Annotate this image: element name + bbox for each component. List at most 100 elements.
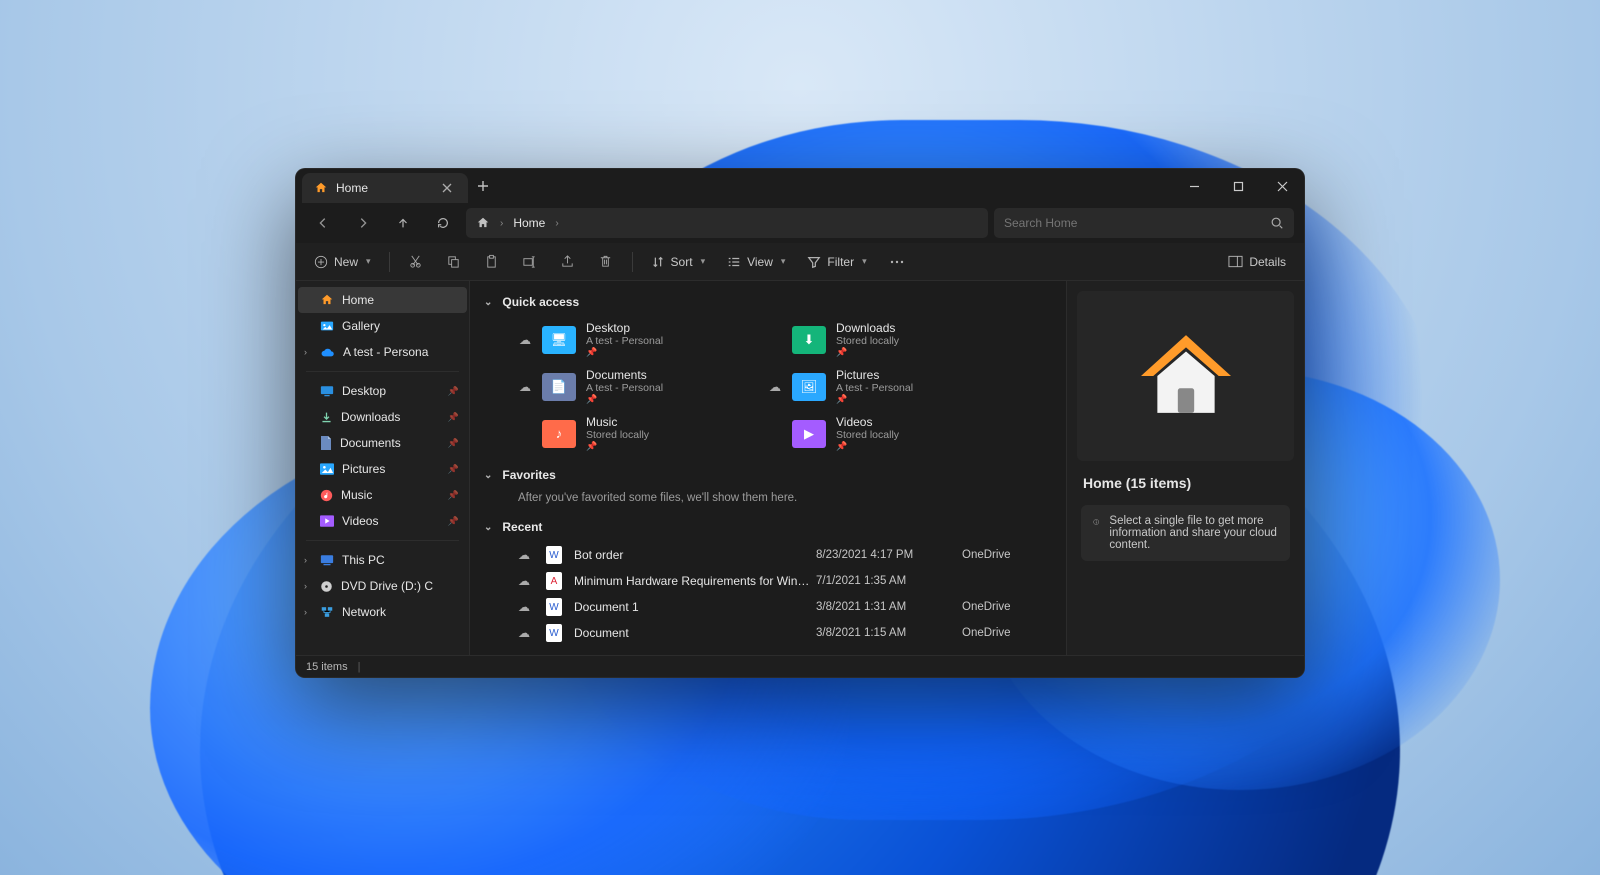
details-pane-icon	[1228, 255, 1243, 268]
pin-icon: 📌	[836, 394, 913, 405]
sort-button[interactable]: Sort▾	[643, 248, 714, 276]
window-minimize-button[interactable]	[1172, 169, 1216, 203]
qa-name: Music	[586, 415, 649, 429]
file-location: OneDrive	[962, 549, 1052, 561]
paste-button[interactable]	[476, 248, 508, 276]
chevron-down-icon: ▾	[701, 256, 706, 267]
recent-file-row[interactable]: ☁ W Document 1 3/8/2021 1:31 AM OneDrive	[518, 594, 1052, 620]
view-button[interactable]: View▾	[719, 248, 793, 276]
section-quick-access[interactable]: ⌄ Quick access	[484, 289, 1052, 315]
sidebar-item-videos[interactable]: Videos📌	[298, 508, 467, 534]
folder-icon: 🖥	[542, 326, 576, 354]
breadcrumb-bar[interactable]: › Home ›	[466, 208, 988, 238]
sidebar-item-desktop[interactable]: Desktop📌	[298, 378, 467, 404]
file-date: 8/23/2021 4:17 PM	[816, 549, 956, 561]
recent-file-row[interactable]: ☁ A Minimum Hardware Requirements for Wi…	[518, 568, 1052, 594]
status-item-count: 15 items	[306, 661, 348, 673]
section-favorites[interactable]: ⌄ Favorites	[484, 462, 1052, 488]
new-tab-button[interactable]	[468, 169, 498, 203]
section-recent[interactable]: ⌄ Recent	[484, 514, 1052, 540]
nav-back-button[interactable]	[306, 208, 340, 238]
home-icon	[320, 293, 334, 307]
copy-button[interactable]	[438, 248, 470, 276]
arrow-left-icon	[316, 216, 330, 230]
pin-icon: 📌	[448, 516, 459, 527]
window-maximize-button[interactable]	[1216, 169, 1260, 203]
home-icon	[1136, 331, 1236, 421]
pdf-file-icon: A	[546, 572, 562, 590]
cloud-icon: ☁	[518, 574, 540, 588]
pin-icon: 📌	[448, 438, 459, 449]
disc-icon	[320, 580, 333, 593]
recent-list: ☁ W Bot order 8/23/2021 4:17 PM OneDrive…	[484, 540, 1052, 646]
recent-file-row[interactable]: ☁ W Document 3/8/2021 1:15 AM OneDrive	[518, 620, 1052, 646]
more-icon	[889, 255, 905, 269]
file-date: 7/1/2021 1:35 AM	[816, 575, 956, 587]
sidebar-item-music[interactable]: Music📌	[298, 482, 467, 508]
pin-icon: 📌	[586, 441, 649, 452]
qa-sub: Stored locally	[836, 335, 899, 347]
folder-icon: ⬇	[792, 326, 826, 354]
sidebar-item-thispc[interactable]: ›This PC	[298, 547, 467, 573]
quick-access-item[interactable]: ☁ 🖥 Desktop A test - Personal 📌	[518, 321, 738, 358]
search-icon	[1270, 216, 1284, 230]
sort-icon	[651, 255, 665, 269]
home-icon	[314, 181, 328, 195]
cut-button[interactable]	[400, 248, 432, 276]
cut-icon	[408, 254, 423, 269]
arrow-up-icon	[396, 216, 410, 230]
more-button[interactable]	[881, 248, 913, 276]
file-date: 3/8/2021 1:31 AM	[816, 601, 956, 613]
sidebar-item-downloads[interactable]: Downloads📌	[298, 404, 467, 430]
chevron-down-icon: ▾	[862, 256, 867, 267]
tab-home[interactable]: Home	[302, 173, 468, 203]
folder-icon: ♪	[542, 420, 576, 448]
sidebar-item-gallery[interactable]: Gallery	[298, 313, 467, 339]
plus-circle-icon	[314, 255, 328, 269]
folder-icon: 📄	[542, 373, 576, 401]
sidebar-item-documents[interactable]: Documents📌	[298, 430, 467, 456]
nav-refresh-button[interactable]	[426, 208, 460, 238]
window-close-button[interactable]	[1260, 169, 1304, 203]
search-box[interactable]	[994, 208, 1294, 238]
details-pane-button[interactable]: Details	[1220, 248, 1294, 276]
share-button[interactable]	[552, 248, 584, 276]
chevron-right-icon: ›	[304, 581, 307, 591]
search-input[interactable]	[1004, 216, 1262, 230]
rename-button[interactable]	[514, 248, 546, 276]
new-button[interactable]: New▾	[306, 248, 379, 276]
quick-access-item[interactable]: ⬇ Downloads Stored locally 📌	[768, 321, 988, 358]
sidebar-item-onedrive[interactable]: › A test - Persona	[298, 339, 467, 365]
quick-access-item[interactable]: ☁ 🖼 Pictures A test - Personal 📌	[768, 368, 988, 405]
arrow-right-icon	[356, 216, 370, 230]
pin-icon: 📌	[586, 394, 663, 405]
main-content: ⌄ Quick access ☁ 🖥 Desktop A test - Pers…	[470, 281, 1066, 655]
word-file-icon: W	[546, 624, 562, 642]
quick-access-item[interactable]: ♪ Music Stored locally 📌	[518, 415, 738, 452]
breadcrumb-home[interactable]: Home	[513, 216, 545, 230]
qa-name: Videos	[836, 415, 899, 429]
quick-access-item[interactable]: ▶ Videos Stored locally 📌	[768, 415, 988, 452]
nav-forward-button[interactable]	[346, 208, 380, 238]
recent-file-row[interactable]: ☁ W Bot order 8/23/2021 4:17 PM OneDrive	[518, 542, 1052, 568]
sidebar-item-network[interactable]: ›Network	[298, 599, 467, 625]
tab-close-button[interactable]	[436, 180, 458, 196]
favorites-empty-text: After you've favorited some files, we'll…	[484, 488, 1052, 514]
qa-name: Pictures	[836, 368, 913, 382]
sidebar-item-home[interactable]: Home	[298, 287, 467, 313]
chevron-right-icon: ›	[500, 218, 503, 229]
file-name: Minimum Hardware Requirements for Win…	[574, 574, 810, 588]
filter-button[interactable]: Filter▾	[799, 248, 874, 276]
details-large-icon	[1077, 291, 1294, 461]
chevron-down-icon: ⌄	[484, 297, 492, 308]
quick-access-item[interactable]: ☁ 📄 Documents A test - Personal 📌	[518, 368, 738, 405]
nav-up-button[interactable]	[386, 208, 420, 238]
chevron-down-icon: ▾	[781, 256, 786, 267]
trash-icon	[598, 254, 613, 269]
sidebar-item-pictures[interactable]: Pictures📌	[298, 456, 467, 482]
cloud-icon: ☁	[768, 380, 782, 394]
sidebar-item-dvddrive[interactable]: ›DVD Drive (D:) C	[298, 573, 467, 599]
delete-button[interactable]	[590, 248, 622, 276]
picture-icon	[320, 463, 334, 475]
music-icon	[320, 489, 333, 502]
